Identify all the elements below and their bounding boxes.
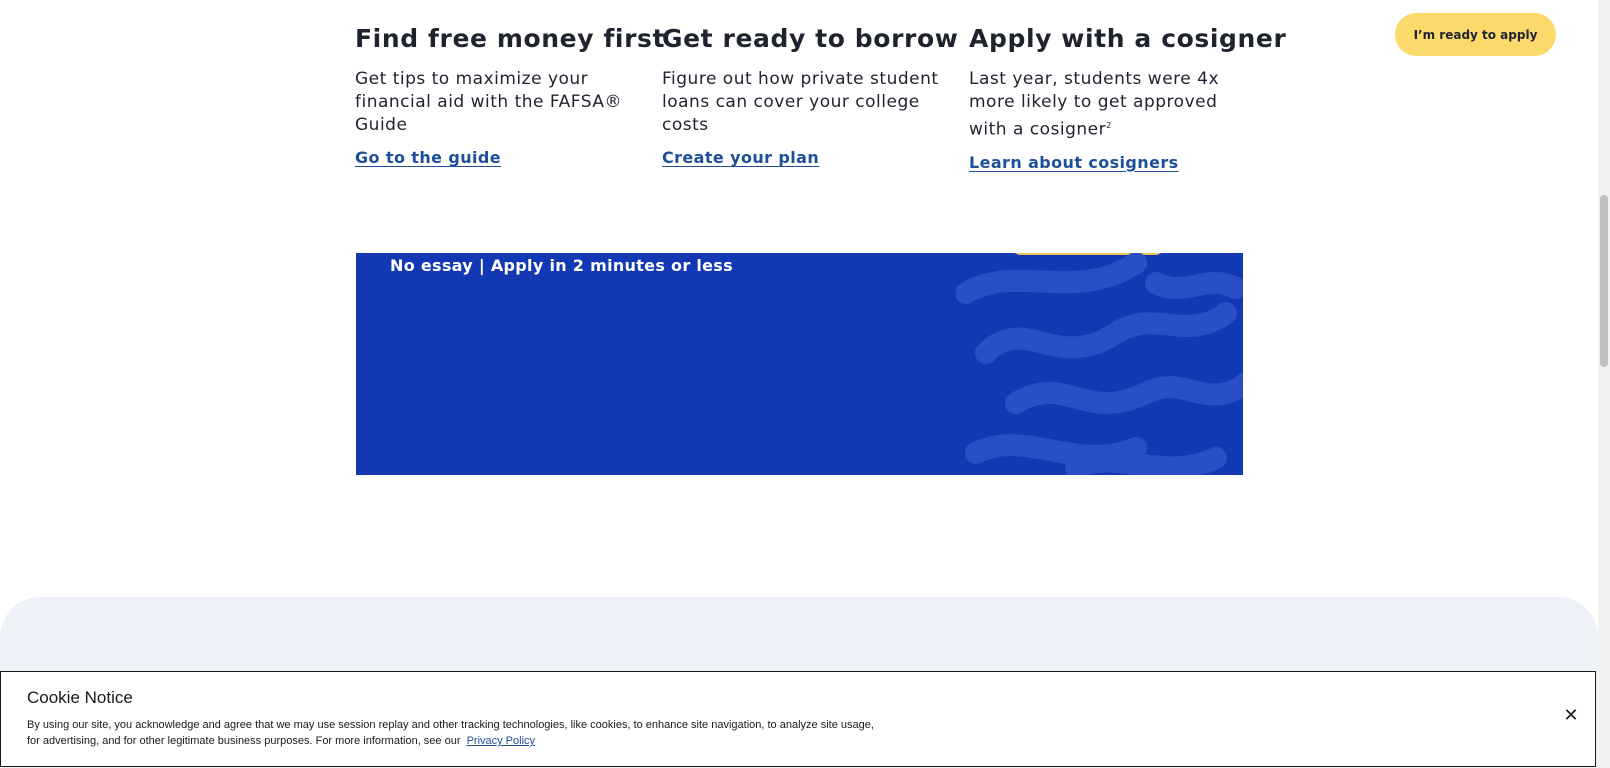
feature-heading: Get ready to borrow	[662, 24, 959, 53]
feature-text: Figure out how private student loans can…	[662, 69, 939, 135]
learn-cosigners-link[interactable]: Learn about cosigners	[969, 153, 1179, 172]
privacy-policy-link[interactable]: Privacy Policy	[467, 735, 535, 747]
footnote-marker: 2	[1106, 121, 1112, 130]
create-plan-link[interactable]: Create your plan	[662, 148, 819, 167]
feature-text: Get tips to maximize your financial aid …	[355, 69, 622, 135]
decorative-pattern-icon	[956, 253, 1243, 475]
feature-heading: Apply with a cosigner	[969, 24, 1287, 53]
close-icon[interactable]: ✕	[1557, 702, 1585, 730]
feature-text: Last year, students were 4x more likely …	[969, 69, 1220, 140]
cookie-title: Cookie Notice	[27, 688, 133, 707]
cookie-body: By using our site, you acknowledge and a…	[27, 719, 874, 747]
feature-heading: Find free money first	[355, 24, 666, 53]
feature-cosigner: Apply with a cosigner Last year, student…	[969, 22, 1287, 172]
feature-free-money: Find free money first Get tips to maximi…	[355, 22, 666, 167]
feature-borrow: Get ready to borrow Figure out how priva…	[662, 22, 959, 167]
cookie-notice: Cookie Notice By using our site, you ack…	[0, 671, 1596, 767]
banner-tagline: No essay | Apply in 2 minutes or less	[390, 256, 733, 275]
apply-banner: No essay | Apply in 2 minutes or less	[356, 253, 1243, 475]
go-to-guide-link[interactable]: Go to the guide	[355, 148, 501, 167]
scrollbar[interactable]	[1598, 0, 1610, 768]
ready-to-apply-button[interactable]: I’m ready to apply	[1395, 13, 1556, 56]
scrollbar-thumb[interactable]	[1600, 195, 1608, 367]
